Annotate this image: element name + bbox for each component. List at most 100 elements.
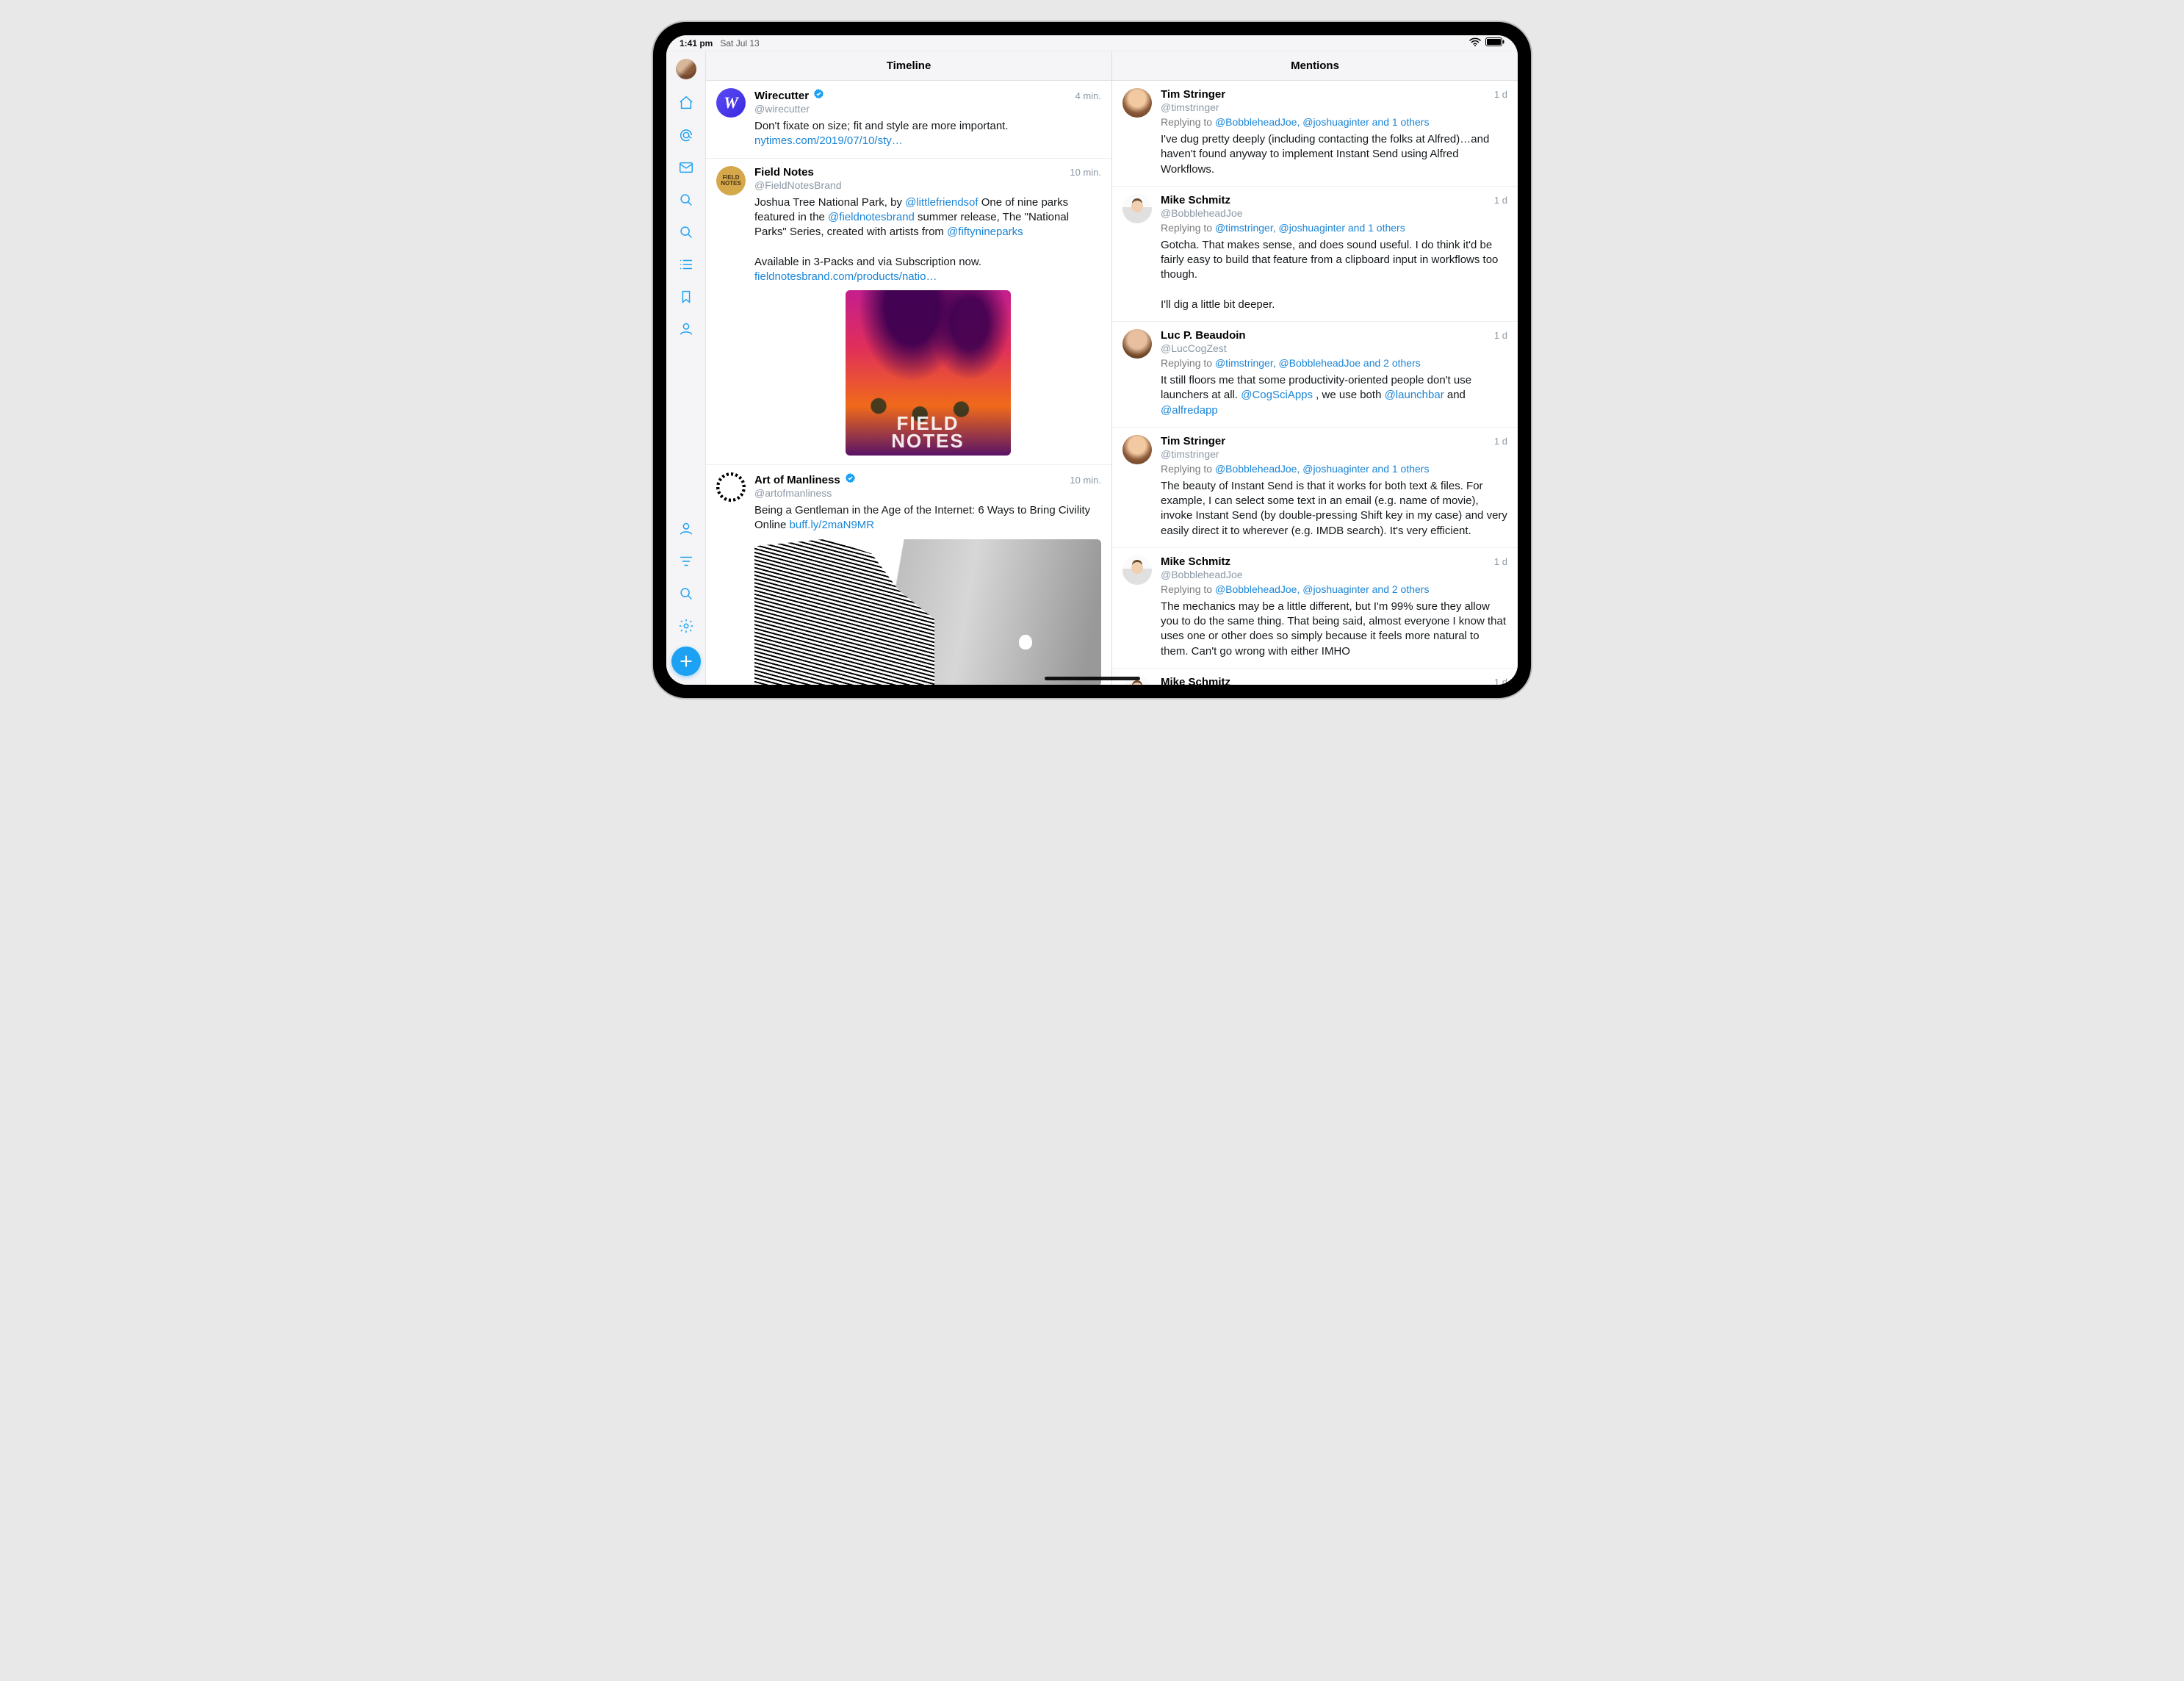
tweet-avatar[interactable]: [1122, 435, 1152, 464]
tweet-handle: @LucCogZest: [1161, 342, 1507, 354]
search-3-icon[interactable]: [666, 577, 705, 610]
tweet-author-name: Wirecutter: [754, 90, 809, 102]
tweet-author-name: Mike Schmitz: [1161, 676, 1230, 685]
mention[interactable]: Mike Schmitz 1 d @BobbleheadJoe Replying…: [1112, 669, 1518, 685]
tweet-time: 1 d: [1494, 89, 1507, 100]
timeline-header: Timeline: [706, 51, 1111, 81]
tweet-text: Being a Gentleman in the Age of the Inte…: [754, 503, 1101, 533]
filter-icon[interactable]: [666, 545, 705, 577]
compose-button[interactable]: [671, 647, 701, 676]
tweet-mention-link[interactable]: @CogSciApps: [1241, 389, 1313, 401]
reply-to-link[interactable]: @timstringer, @BobbleheadJoe and 2 other…: [1215, 357, 1421, 369]
profile-2-icon[interactable]: [666, 513, 705, 545]
reply-to-link[interactable]: @BobbleheadJoe, @joshuaginter and 1 othe…: [1215, 116, 1430, 128]
tweet-time: 1 d: [1494, 677, 1507, 685]
mentions-icon[interactable]: [666, 119, 705, 151]
tweet[interactable]: Art of Manliness 10 min. @artofmanliness…: [706, 465, 1111, 685]
tweet-author-name: Mike Schmitz: [1161, 194, 1230, 206]
tweet-author-name: Tim Stringer: [1161, 88, 1225, 101]
tweet-author-name: Mike Schmitz: [1161, 555, 1230, 568]
timeline-column: Timeline W Wirecutter: [706, 51, 1111, 685]
ipad-frame: 1:41 pm Sat Jul 13: [653, 22, 1531, 698]
bookmarks-icon[interactable]: [666, 281, 705, 313]
search-2-icon[interactable]: [666, 216, 705, 248]
tweet-link[interactable]: fieldnotesbrand.com/products/natio…: [754, 270, 937, 283]
mention[interactable]: Mike Schmitz 1 d @BobbleheadJoe Replying…: [1112, 548, 1518, 669]
media-label: FIELD NOTES: [891, 415, 965, 450]
tweet-media[interactable]: [754, 539, 1101, 685]
tweet-mention-link[interactable]: @littlefriendsof: [905, 196, 978, 209]
tweet-mention-link[interactable]: @launchbar: [1385, 389, 1444, 401]
tweet-mention-link[interactable]: @fieldnotesbrand: [828, 211, 915, 223]
battery-icon: [1485, 37, 1504, 48]
tweet-time: 4 min.: [1075, 90, 1101, 101]
tweet-text: Joshua Tree National Park, by @littlefri…: [754, 195, 1101, 285]
tweet-mention-link[interactable]: @fiftynineparks: [947, 226, 1023, 238]
tweet-avatar[interactable]: [1122, 329, 1152, 359]
status-time: 1:41 pm: [680, 38, 713, 48]
reply-context: Replying to @timstringer, @BobbleheadJoe…: [1161, 357, 1507, 369]
tweet-text: I've dug pretty deeply (including contac…: [1161, 132, 1507, 177]
tweet-time: 1 d: [1494, 556, 1507, 567]
mentions-header: Mentions: [1112, 51, 1518, 81]
tweet-author-name: Art of Manliness: [754, 474, 840, 486]
mention[interactable]: Mike Schmitz 1 d @BobbleheadJoe Replying…: [1112, 187, 1518, 322]
tweet-text: Don't fixate on size; fit and style are …: [754, 119, 1101, 149]
tweet-text: Gotcha. That makes sense, and does sound…: [1161, 238, 1507, 312]
timeline-feed[interactable]: W Wirecutter 4 min. @wirecutter: [706, 81, 1111, 685]
reply-to-link[interactable]: @timstringer, @joshuaginter and 1 others: [1215, 222, 1405, 234]
tweet-time: 10 min.: [1070, 475, 1101, 486]
mention[interactable]: Tim Stringer 1 d @timstringer Replying t…: [1112, 81, 1518, 187]
tweet-handle: @wirecutter: [754, 103, 1101, 115]
reply-to-link[interactable]: @BobbleheadJoe, @joshuaginter and 1 othe…: [1215, 463, 1430, 475]
home-icon[interactable]: [666, 87, 705, 119]
tweet-avatar[interactable]: W: [716, 88, 746, 118]
tweet-author-name: Field Notes: [754, 166, 814, 179]
tweet-link[interactable]: nytimes.com/2019/07/10/sty…: [754, 134, 903, 147]
settings-icon[interactable]: [666, 610, 705, 642]
tweet-avatar[interactable]: [1122, 88, 1152, 118]
tweet-mention-link[interactable]: @alfredapp: [1161, 404, 1218, 417]
reply-to-link[interactable]: @BobbleheadJoe, @joshuaginter and 2 othe…: [1215, 583, 1430, 595]
tweet-avatar[interactable]: [716, 472, 746, 502]
ipad-screen: 1:41 pm Sat Jul 13: [666, 35, 1518, 685]
account-avatar[interactable]: [676, 59, 696, 79]
app-body: Timeline W Wirecutter: [666, 51, 1518, 685]
lists-icon[interactable]: [666, 248, 705, 281]
tweet-author-name: Luc P. Beaudoin: [1161, 329, 1246, 342]
sidebar: [666, 51, 706, 685]
tweet[interactable]: W Wirecutter 4 min. @wirecutter: [706, 81, 1111, 159]
tweet-avatar[interactable]: [1122, 194, 1152, 223]
tweet-handle: @FieldNotesBrand: [754, 179, 1101, 191]
status-bar: 1:41 pm Sat Jul 13: [666, 35, 1518, 51]
mentions-column: Mentions Tim Stringer 1 d @timstringer: [1111, 51, 1518, 685]
home-indicator[interactable]: [1045, 677, 1140, 680]
tweet-avatar[interactable]: [1122, 555, 1152, 585]
tweet-time: 1 d: [1494, 436, 1507, 447]
tweet-avatar[interactable]: FIELDNOTES: [716, 166, 746, 195]
tweet-link[interactable]: buff.ly/2maN9MR: [790, 519, 875, 531]
mentions-feed[interactable]: Tim Stringer 1 d @timstringer Replying t…: [1112, 81, 1518, 685]
mention[interactable]: Luc P. Beaudoin 1 d @LucCogZest Replying…: [1112, 322, 1518, 428]
tweet-media[interactable]: FIELD NOTES: [846, 290, 1011, 456]
verified-icon: [813, 88, 824, 99]
profile-icon[interactable]: [666, 313, 705, 345]
reply-context: Replying to @BobbleheadJoe, @joshuaginte…: [1161, 116, 1507, 128]
reply-context: Replying to @timstringer, @joshuaginter …: [1161, 222, 1507, 234]
tweet-handle: @BobbleheadJoe: [1161, 207, 1507, 219]
tweet-text: It still floors me that some productivit…: [1161, 373, 1507, 418]
search-icon[interactable]: [666, 184, 705, 216]
messages-icon[interactable]: [666, 151, 705, 184]
tweet[interactable]: FIELDNOTES Field Notes 10 min. @FieldNot…: [706, 159, 1111, 466]
tweet-time: 1 d: [1494, 330, 1507, 341]
tweet-handle: @artofmanliness: [754, 487, 1101, 499]
tweet-text: The mechanics may be a little different,…: [1161, 600, 1507, 659]
mention[interactable]: Tim Stringer 1 d @timstringer Replying t…: [1112, 428, 1518, 548]
reply-context: Replying to @BobbleheadJoe, @joshuaginte…: [1161, 583, 1507, 595]
tweet-text: The beauty of Instant Send is that it wo…: [1161, 479, 1507, 539]
verified-icon: [845, 472, 856, 483]
tweet-handle: @timstringer: [1161, 448, 1507, 460]
status-date: Sat Jul 13: [720, 38, 759, 48]
reply-context: Replying to @BobbleheadJoe, @joshuaginte…: [1161, 463, 1507, 475]
tweet-handle: @BobbleheadJoe: [1161, 569, 1507, 580]
